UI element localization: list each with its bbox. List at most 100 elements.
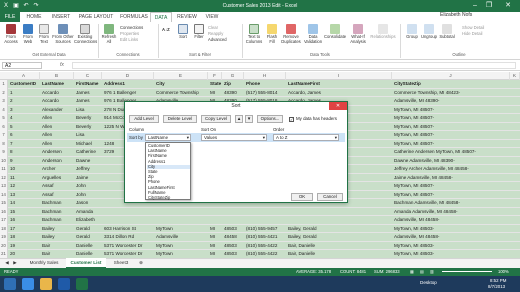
tab-data[interactable]: DATA [150, 12, 172, 22]
cell[interactable]: (810) 555-4421 [246, 233, 288, 241]
sort-az-button[interactable]: A↓Z [162, 27, 170, 32]
row-number[interactable]: 4 [0, 105, 8, 114]
cell[interactable]: Phone [246, 80, 288, 88]
tab-file[interactable]: FILE [0, 12, 20, 22]
row-number[interactable]: 17 [0, 216, 8, 225]
table-row[interactable]: 1 Accardo James 976 1 Ballenger Commerce Tow… [8, 88, 520, 97]
cell[interactable]: Bailey, Gerald [288, 225, 394, 233]
cell[interactable]: Adamsville, MI 48458- [394, 233, 512, 241]
cell[interactable]: James [76, 89, 104, 97]
cell[interactable]: 18 [10, 233, 42, 241]
copy-level-button[interactable]: Copy Level [201, 115, 231, 123]
save-icon[interactable]: ▣ [12, 2, 20, 10]
cell[interactable]: 5371 Worcester Dr [104, 242, 156, 250]
sheet-tab-sheet3[interactable]: Sheet3 [108, 258, 134, 268]
cell[interactable]: LastName [42, 80, 76, 88]
consolidate-button[interactable]: Consolidate [324, 24, 346, 40]
row-number[interactable]: 7 [0, 131, 8, 140]
cell[interactable]: 4 [10, 114, 42, 122]
move-up-button[interactable]: ▲ [235, 115, 243, 123]
formula-input[interactable] [72, 62, 516, 69]
cell[interactable]: MyTown [156, 225, 210, 233]
close-icon[interactable]: ✕ [496, 0, 520, 12]
cell[interactable]: Alexander [42, 106, 76, 114]
name-box[interactable]: A2 [2, 62, 42, 69]
cell[interactable]: Bachman [42, 199, 76, 207]
cell[interactable]: 6 [10, 131, 42, 139]
cancel-button[interactable]: Cancel [317, 193, 343, 201]
cell[interactable]: Catherine [76, 148, 104, 156]
cell[interactable]: Allen [42, 114, 76, 122]
existing-connections-button[interactable]: Existing Connections [74, 24, 97, 44]
cell[interactable]: 48458 [224, 233, 246, 241]
group-button[interactable]: Group [404, 24, 420, 40]
col-header-i[interactable]: I [286, 72, 392, 80]
cell[interactable]: 9 [10, 157, 42, 165]
cell[interactable]: Beverly [76, 123, 104, 131]
cell[interactable]: Accardo [42, 97, 76, 105]
cell[interactable]: 1 [10, 89, 42, 97]
row-number[interactable]: 12 [0, 173, 8, 182]
file-explorer-icon[interactable] [40, 278, 52, 290]
options-button[interactable]: Options... [257, 115, 283, 123]
connections-item[interactable]: Connections [120, 25, 143, 30]
filter-button[interactable]: Filter [192, 24, 206, 40]
cell[interactable]: City [156, 80, 210, 88]
scroll-left-icon[interactable]: ◀ [4, 258, 10, 268]
cell[interactable]: Bachman [42, 208, 76, 216]
row-number[interactable]: 15 [0, 199, 8, 208]
hide-detail-item[interactable]: Hide Detail [462, 31, 482, 36]
cell[interactable]: John [76, 182, 104, 190]
cell[interactable]: Bachman [42, 216, 76, 224]
col-header-e[interactable]: E [154, 72, 208, 80]
column-select[interactable]: LastName ▾ [145, 134, 191, 141]
row-number[interactable]: 19 [0, 233, 8, 242]
cell[interactable]: (810) 555-4422 [246, 242, 288, 250]
col-header-d[interactable]: D [102, 72, 154, 80]
cell[interactable]: MI [210, 233, 224, 241]
cell[interactable]: 5 [10, 123, 42, 131]
word-icon[interactable] [58, 278, 70, 290]
from-access-button[interactable]: From Access [2, 24, 20, 44]
cell[interactable]: Gerald [76, 225, 104, 233]
cell[interactable]: 15 [10, 208, 42, 216]
sheet-tab-customer-list[interactable]: Customer List [66, 258, 106, 268]
cell[interactable]: John [76, 191, 104, 199]
header-row[interactable]: CustomerID LastName FirstName Address1 City S… [8, 80, 520, 89]
sort-on-select[interactable]: Values ▾ [201, 134, 267, 141]
table-row[interactable]: 17 Bailey Gerald 603 Harrison St MyTown MI 485… [8, 224, 520, 233]
col-header-j[interactable]: J [392, 72, 510, 80]
cell[interactable]: Elizabeth [76, 216, 104, 224]
row-number[interactable]: 18 [0, 224, 8, 233]
dropdown-option[interactable]: CityStateZip [147, 195, 190, 200]
cell[interactable]: Commerce Township, MI 48423- [394, 89, 512, 97]
normal-view-icon[interactable]: ▦ [410, 268, 414, 276]
refresh-all-button[interactable]: Refresh All [100, 24, 118, 44]
cell[interactable]: Bair [42, 242, 76, 250]
cell[interactable]: 13 [10, 191, 42, 199]
cell[interactable]: State [210, 80, 224, 88]
tab-insert[interactable]: INSERT [48, 12, 74, 22]
cell[interactable]: 8 [10, 148, 42, 156]
col-header-k[interactable]: K [510, 72, 520, 80]
cell[interactable]: CityStateZip [394, 80, 512, 88]
cell[interactable]: 7 [10, 140, 42, 148]
cell[interactable]: Anderson [42, 157, 76, 165]
advanced-item[interactable]: Advanced [208, 37, 227, 42]
cell[interactable]: 48390 [224, 89, 246, 97]
tab-review[interactable]: REVIEW [174, 12, 200, 22]
cell[interactable]: Danielle [76, 242, 104, 250]
add-level-button[interactable]: Add Level [129, 115, 159, 123]
relationships-button[interactable]: Relationships [370, 24, 396, 40]
cell[interactable]: 3314 Dillon Rd [104, 233, 156, 241]
cell[interactable]: 3 [10, 106, 42, 114]
undo-icon[interactable]: ↶ [22, 2, 30, 10]
row-number[interactable]: 2 [0, 88, 8, 97]
cell[interactable]: 976 1 Ballenger [104, 89, 156, 97]
delete-level-button[interactable]: Delete Level [163, 115, 197, 123]
cell[interactable]: Bailey, Gerald [288, 233, 394, 241]
data-validation-button[interactable]: Data Validation [302, 24, 324, 44]
cell[interactable]: 12 [10, 182, 42, 190]
tab-page-layout[interactable]: PAGE LAYOUT [76, 12, 116, 22]
cell[interactable]: Jaime Adamsville, MI 48458- [394, 174, 512, 182]
